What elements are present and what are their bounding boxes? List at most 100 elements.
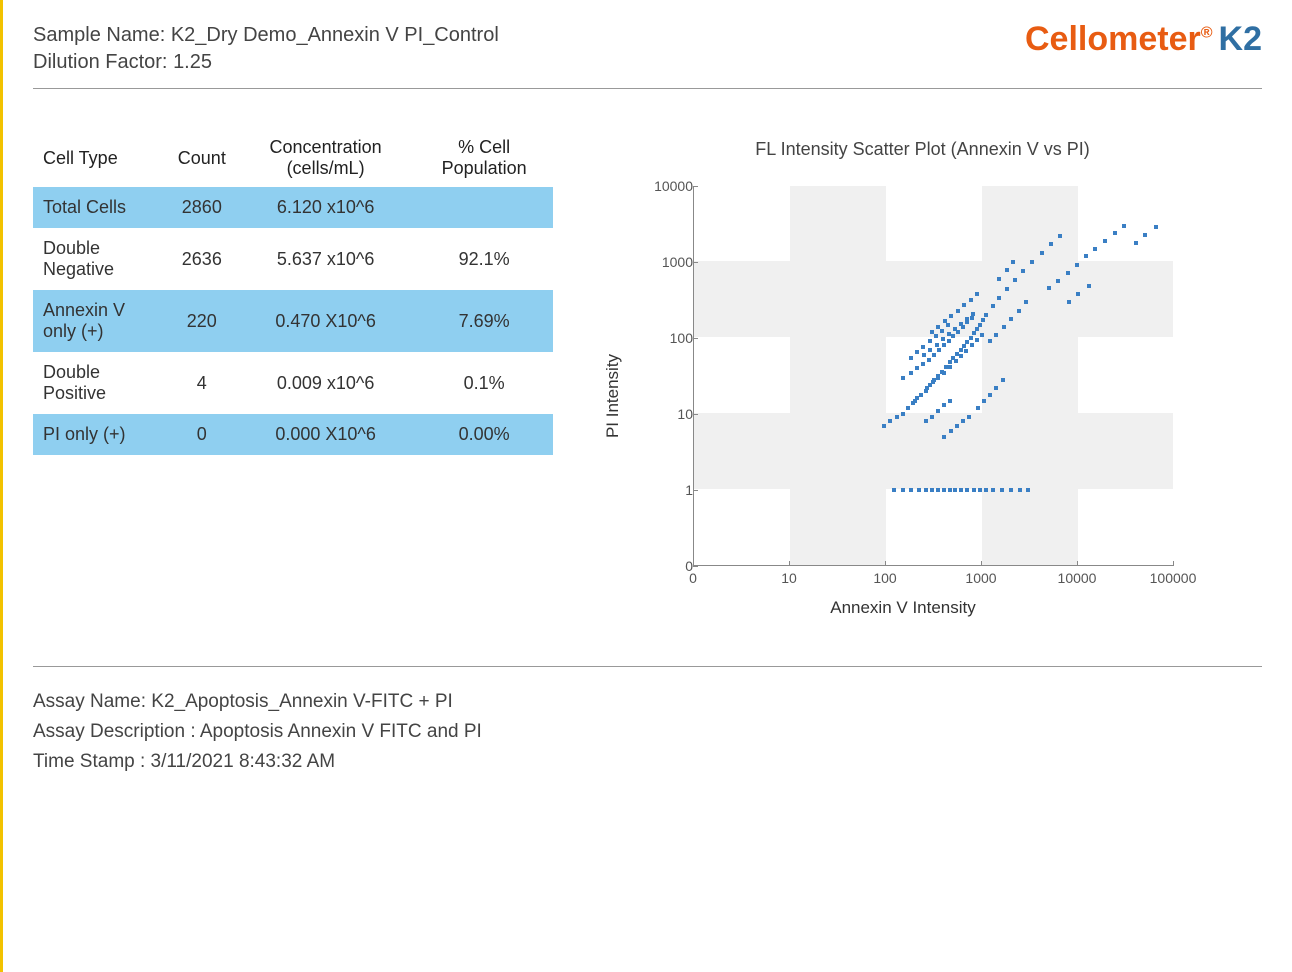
table-row: PI only (+)00.000 X10^60.00% — [33, 414, 553, 455]
scatter-point — [1011, 260, 1015, 264]
cell-type: Double Negative — [33, 228, 168, 290]
y-tick-label: 10000 — [623, 178, 701, 194]
scatter-point — [906, 406, 910, 410]
x-tick-label: 1000 — [965, 570, 996, 586]
scatter-point — [919, 393, 923, 397]
cell-pop: 0.1% — [415, 352, 553, 414]
chart-box: PI Intensity Annexin V Intensity 0101001… — [623, 166, 1183, 626]
scatter-point — [965, 317, 969, 321]
y-tick-label: 100 — [623, 330, 701, 346]
cell-count: 4 — [168, 352, 236, 414]
cell-conc: 0.470 X10^6 — [236, 290, 416, 352]
scatter-point — [988, 393, 992, 397]
scatter-point — [972, 488, 976, 492]
cell-count: 0 — [168, 414, 236, 455]
cell-conc: 0.000 X10^6 — [236, 414, 416, 455]
header: Sample Name: K2_Dry Demo_Annexin V PI_Co… — [33, 20, 1262, 89]
scatter-point — [1058, 234, 1062, 238]
x-tick-label: 10000 — [1058, 570, 1097, 586]
scatter-point — [994, 386, 998, 390]
scatter-point — [901, 488, 905, 492]
scatter-point — [964, 349, 968, 353]
scatter-point — [892, 488, 896, 492]
cell-pop — [415, 187, 553, 228]
scatter-point — [991, 304, 995, 308]
timestamp-value: 3/11/2021 8:43:32 AM — [151, 751, 336, 772]
scatter-point — [976, 406, 980, 410]
scatter-point — [1001, 378, 1005, 382]
scatter-point — [936, 376, 940, 380]
assay-name-label: Assay Name: — [33, 691, 151, 712]
cell-type: Annexin V only (+) — [33, 290, 168, 352]
scatter-point — [965, 320, 969, 324]
sample-name-line: Sample Name: K2_Dry Demo_Annexin V PI_Co… — [33, 24, 499, 47]
scatter-point — [965, 488, 969, 492]
table-row: Annexin V only (+)2200.470 X10^67.69% — [33, 290, 553, 352]
report-page: Sample Name: K2_Dry Demo_Annexin V PI_Co… — [0, 0, 1292, 972]
scatter-point — [1087, 284, 1091, 288]
th-cell-type: Cell Type — [33, 129, 168, 187]
logo-brand: Cellometer — [1025, 20, 1201, 58]
scatter-point — [959, 348, 963, 352]
scatter-point — [948, 360, 952, 364]
scatter-point — [984, 488, 988, 492]
scatter-point — [895, 415, 899, 419]
scatter-point — [1075, 263, 1079, 267]
table-row: Total Cells28606.120 x10^6 — [33, 187, 553, 228]
scatter-point — [1005, 287, 1009, 291]
scatter-point — [955, 424, 959, 428]
scatter-point — [988, 339, 992, 343]
timestamp-label: Time Stamp : — [33, 751, 151, 772]
scatter-point — [921, 345, 925, 349]
scatter-point — [981, 318, 985, 322]
scatter-point — [978, 488, 982, 492]
cell-count: 220 — [168, 290, 236, 352]
y-tick-label: 0 — [623, 558, 701, 574]
scatter-point — [931, 380, 935, 384]
scatter-point — [965, 340, 969, 344]
scatter-point — [953, 327, 957, 331]
scatter-point — [1026, 488, 1030, 492]
scatter-point — [924, 419, 928, 423]
scatter-point — [1047, 286, 1051, 290]
scatter-point — [942, 343, 946, 347]
scatter-point — [1005, 268, 1009, 272]
cell-type: PI only (+) — [33, 414, 168, 455]
scatter-point — [934, 334, 938, 338]
scatter-point — [1143, 233, 1147, 237]
scatter-point — [982, 399, 986, 403]
scatter-point — [969, 298, 973, 302]
scatter-point — [942, 371, 946, 375]
assay-desc-value: Apoptosis Annexin V FITC and PI — [200, 721, 482, 742]
y-tick-label: 1000 — [623, 254, 701, 270]
scatter-point — [936, 409, 940, 413]
header-left: Sample Name: K2_Dry Demo_Annexin V PI_Co… — [33, 20, 499, 78]
scatter-point — [928, 348, 932, 352]
timestamp-line: Time Stamp : 3/11/2021 8:43:32 AM — [33, 751, 1262, 773]
chart-wrap: FL Intensity Scatter Plot (Annexin V vs … — [583, 129, 1262, 626]
scatter-point — [1018, 488, 1022, 492]
th-concentration: Concentration (cells/mL) — [236, 129, 416, 187]
scatter-point — [970, 343, 974, 347]
assay-name-line: Assay Name: K2_Apoptosis_Annexin V-FITC … — [33, 691, 1262, 713]
scatter-point — [901, 376, 905, 380]
scatter-point — [888, 419, 892, 423]
scatter-point — [971, 312, 975, 316]
scatter-point — [932, 353, 936, 357]
table-row: Double Positive40.009 x10^60.1% — [33, 352, 553, 414]
scatter-point — [997, 277, 1001, 281]
scatter-point — [975, 292, 979, 296]
scatter-point — [959, 354, 963, 358]
table-row: Double Negative26365.637 x10^692.1% — [33, 228, 553, 290]
results-table: Cell Type Count Concentration (cells/mL)… — [33, 129, 553, 455]
scatter-point — [972, 331, 976, 335]
scatter-point — [1021, 269, 1025, 273]
assay-desc-line: Assay Description : Apoptosis Annexin V … — [33, 721, 1262, 743]
scatter-point — [947, 339, 951, 343]
sample-name-value: K2_Dry Demo_Annexin V PI_Control — [171, 24, 499, 46]
scatter-point — [969, 336, 973, 340]
cell-conc: 0.009 x10^6 — [236, 352, 416, 414]
x-tick-label: 100000 — [1150, 570, 1197, 586]
cell-pop: 92.1% — [415, 228, 553, 290]
scatter-point — [930, 488, 934, 492]
